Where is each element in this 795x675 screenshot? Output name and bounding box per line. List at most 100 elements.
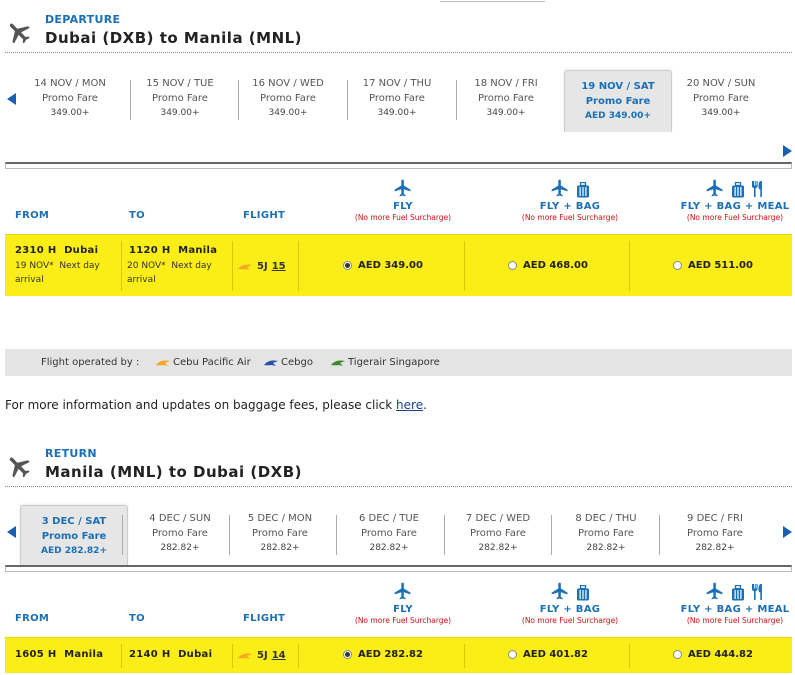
date-separator: [122, 515, 123, 555]
date-label: 3 DEC / SAT: [41, 516, 107, 527]
fare-radio[interactable]: [343, 650, 352, 659]
fare-option-header: FLY + BAG + MEAL (No more Fuel Surcharge…: [665, 579, 795, 625]
date-option[interactable]: 17 NOV / THU Promo Fare 349.00+: [343, 68, 451, 130]
fare-option-label: FLY: [393, 201, 413, 212]
date-option[interactable]: 16 NOV / WED Promo Fare 349.00+: [234, 68, 342, 130]
fare-price-option[interactable]: AED 401.82: [508, 649, 588, 660]
date-label: 20 NOV / SUN: [686, 78, 756, 89]
fare-radio[interactable]: [673, 261, 682, 270]
flight-number-link[interactable]: 15: [272, 261, 286, 272]
plane-icon: [705, 178, 725, 198]
date-option[interactable]: 14 NOV / MON Promo Fare 349.00+: [16, 68, 124, 130]
fare-type: Promo Fare: [470, 528, 526, 539]
baggage-fees-link[interactable]: here: [396, 398, 423, 412]
row-separator: [298, 241, 299, 291]
fare-type: Promo Fare: [42, 93, 98, 104]
operators-bar: Flight operated by : Cebu Pacific Air Ce…: [5, 349, 792, 376]
date-price: 282.82+: [478, 543, 518, 553]
date-separator: [238, 80, 239, 120]
fare-radio[interactable]: [343, 261, 352, 270]
fare-option-label: FLY + BAG: [539, 604, 601, 615]
fuel-surcharge-note: (No more Fuel Surcharge): [521, 616, 619, 625]
date-label: 14 NOV / MON: [34, 78, 106, 89]
row-separator: [629, 241, 630, 291]
flight-number-link[interactable]: 14: [272, 650, 286, 661]
cebu-pacific-logo-icon: [156, 359, 170, 366]
next-date-arrow[interactable]: [780, 144, 794, 158]
fare-price-option[interactable]: AED 282.82: [343, 649, 423, 660]
plane-icon: [705, 581, 725, 601]
divider: [5, 486, 792, 487]
departure-fare-row: 2310 H Dubai 1120 H Manila 19 NOV* Next da…: [5, 234, 792, 296]
fare-option-label: FLY + BAG: [539, 201, 601, 212]
fuel-surcharge-note: (No more Fuel Surcharge): [686, 616, 784, 625]
date-option[interactable]: 15 NOV / TUE Promo Fare 349.00+: [126, 68, 234, 130]
date-option[interactable]: 6 DEC / TUE Promo Fare 282.82+: [335, 503, 443, 565]
fare-radio[interactable]: [673, 650, 682, 659]
date-label: 19 NOV / SAT: [581, 81, 655, 92]
date-separator: [444, 515, 445, 555]
return-label: RETURN: [45, 447, 97, 460]
flight-number: 5J 15: [237, 261, 286, 272]
baggage-icon: [576, 585, 590, 601]
row-separator: [232, 644, 233, 668]
fare-price-option[interactable]: AED 444.82: [673, 649, 753, 660]
fare-price-option[interactable]: AED 468.00: [508, 260, 588, 271]
date-option[interactable]: 18 NOV / FRI Promo Fare 349.00+: [452, 68, 560, 130]
prev-date-arrow[interactable]: [5, 525, 19, 539]
date-option[interactable]: 7 DEC / WED Promo Fare 282.82+: [444, 503, 552, 565]
date-price: 349.00+: [50, 108, 90, 118]
arrival-time: 1120 H Manila: [129, 245, 218, 256]
fare-radio[interactable]: [508, 650, 517, 659]
fare-type: Promo Fare: [693, 93, 749, 104]
date-separator: [347, 80, 348, 120]
fare-option-label: FLY: [393, 604, 413, 615]
return-scrollbar[interactable]: [5, 565, 792, 572]
next-date-arrow[interactable]: [780, 525, 794, 539]
fare-option-header: FLY (No more Fuel Surcharge): [333, 579, 473, 625]
row-separator: [464, 241, 465, 291]
cebu-pacific-logo-icon: [238, 263, 252, 270]
fare-type: Promo Fare: [152, 528, 208, 539]
date-label: 5 DEC / MON: [247, 513, 313, 524]
baggage-icon: [576, 182, 590, 198]
row-separator: [298, 644, 299, 668]
departure-date-note: 19 NOV* Next day arrival: [15, 261, 100, 285]
fare-option-label: FLY + BAG + MEAL: [680, 201, 790, 212]
return-route: Manila (MNL) to Dubai (DXB): [45, 463, 303, 481]
date-option[interactable]: 4 DEC / SUN Promo Fare 282.82+: [126, 503, 234, 565]
return-fare-row: 1605 H Manila 2140 H Dubai 5J 14 AED 282.…: [5, 637, 792, 673]
fare-price-option[interactable]: AED 511.00: [673, 260, 753, 271]
airplane-icon: [9, 457, 30, 478]
date-label: 8 DEC / THU: [575, 513, 637, 524]
operator-tigerair: Tigerair Singapore: [330, 357, 440, 368]
date-option[interactable]: 9 DEC / FRI Promo Fare 282.82+: [661, 503, 769, 565]
fare-option-header: FLY (No more Fuel Surcharge): [333, 176, 473, 222]
date-option[interactable]: 8 DEC / THU Promo Fare 282.82+: [552, 503, 660, 565]
date-label: 7 DEC / WED: [465, 513, 531, 524]
departure-time: 1605 H Manila: [15, 649, 104, 660]
fare-option-header: FLY + BAG + MEAL (No more Fuel Surcharge…: [665, 176, 795, 222]
date-price: 349.00+: [268, 108, 308, 118]
date-option[interactable]: 19 NOV / SAT Promo Fare AED 349.00+: [564, 70, 672, 132]
fare-type: Promo Fare: [252, 528, 308, 539]
row-separator: [121, 644, 122, 668]
fare-radio[interactable]: [508, 261, 517, 270]
meal-icon: [751, 180, 765, 198]
tigerair-logo-icon: [331, 359, 345, 366]
date-price: 349.00+: [160, 108, 200, 118]
fare-price-option[interactable]: AED 349.00: [343, 260, 423, 271]
date-option[interactable]: 20 NOV / SUN Promo Fare 349.00+: [667, 68, 775, 130]
date-option[interactable]: 5 DEC / MON Promo Fare 282.82+: [226, 503, 334, 565]
fuel-surcharge-note: (No more Fuel Surcharge): [521, 213, 619, 222]
fare-type: Promo Fare: [687, 528, 743, 539]
departure-scrollbar[interactable]: [5, 162, 792, 169]
fare-type: Promo Fare: [41, 531, 107, 542]
date-price: 349.00+: [377, 108, 417, 118]
date-option[interactable]: 3 DEC / SAT Promo Fare AED 282.82+: [20, 505, 128, 567]
date-label: 15 NOV / TUE: [146, 78, 214, 89]
baggage-info-text: For more information and updates on bagg…: [5, 398, 427, 412]
date-label: 16 NOV / WED: [252, 78, 324, 89]
date-label: 6 DEC / TUE: [358, 513, 419, 524]
departure-route: Dubai (DXB) to Manila (MNL): [45, 29, 303, 47]
